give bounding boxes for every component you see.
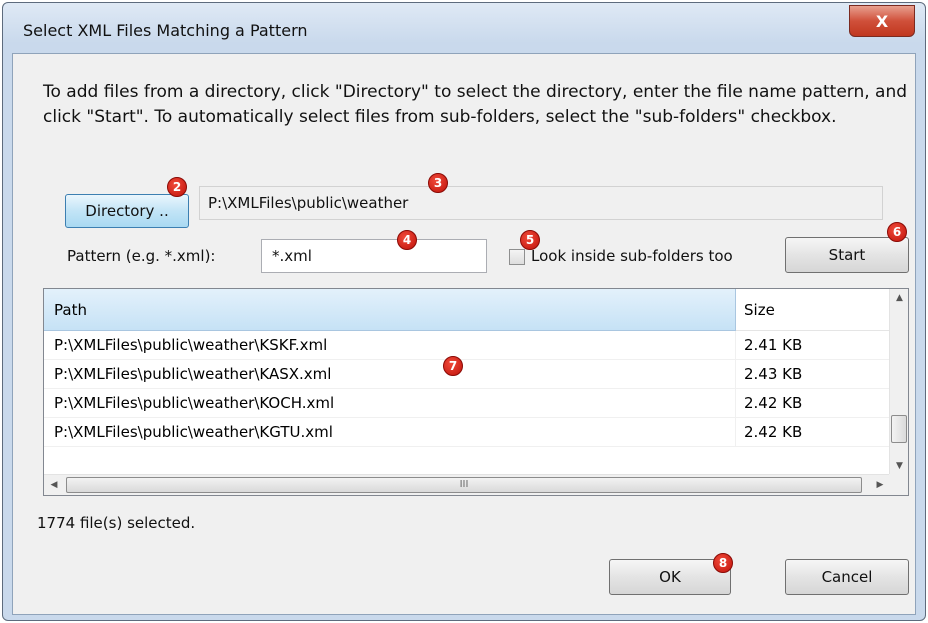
callout-badge: 3 [428,173,448,193]
callout-badge: 2 [167,177,187,197]
dialog-window: Select XML Files Matching a Pattern X To… [2,2,926,621]
callout-badge: 6 [887,222,907,242]
status-text: 1774 file(s) selected. [37,514,196,532]
cell-size: 2.43 KB [744,365,803,383]
table-body: P:\XMLFiles\public\weather\KSKF.xml 2.41… [44,331,890,447]
table-row[interactable]: P:\XMLFiles\public\weather\KSKF.xml 2.41… [44,331,890,360]
directory-button[interactable]: Directory .. [65,194,189,228]
pattern-input[interactable] [261,239,487,273]
cell-size: 2.42 KB [744,423,803,441]
subfolders-label[interactable]: Look inside sub-folders too [531,247,733,265]
cancel-button[interactable]: Cancel [785,559,909,595]
directory-path-field: P:\XMLFiles\public\weather [199,186,883,220]
column-header-path[interactable]: Path [44,289,736,331]
dialog-body: To add files from a directory, click "Di… [12,53,916,615]
scroll-left-icon[interactable]: ◀ [44,475,64,495]
horizontal-scroll-thumb[interactable]: III [66,477,862,493]
cell-size: 2.42 KB [744,394,803,412]
scrollbar-corner [889,474,908,495]
subfolders-checkbox[interactable] [509,249,525,265]
column-header-size[interactable]: Size [736,289,890,331]
cell-path: P:\XMLFiles\public\weather\KOCH.xml [44,389,736,417]
scroll-up-icon[interactable]: ▲ [890,289,908,307]
close-icon: X [875,11,889,31]
directory-button-label: Directory .. [85,202,169,220]
start-button-label: Start [828,246,866,264]
cell-path: P:\XMLFiles\public\weather\KSKF.xml [44,331,736,359]
pattern-label: Pattern (e.g. *.xml): [67,247,216,265]
scroll-down-icon[interactable]: ▼ [890,457,908,475]
callout-badge: 5 [520,230,540,250]
vertical-scrollbar[interactable]: ▲ ▼ [889,289,908,475]
cell-size: 2.41 KB [744,336,803,354]
vertical-scroll-thumb[interactable] [891,415,907,443]
window-title: Select XML Files Matching a Pattern [23,21,308,40]
horizontal-scrollbar[interactable]: ◀ III ▶ [44,474,890,495]
table-row[interactable]: P:\XMLFiles\public\weather\KASX.xml 2.43… [44,360,890,389]
close-button[interactable]: X [849,5,915,37]
instructions-text: To add files from a directory, click "Di… [43,82,908,127]
title-bar: Select XML Files Matching a Pattern X [3,3,925,53]
callout-badge: 8 [713,553,733,573]
ok-button-label: OK [659,568,681,586]
cell-path: P:\XMLFiles\public\weather\KGTU.xml [44,418,736,446]
table-row[interactable]: P:\XMLFiles\public\weather\KGTU.xml 2.42… [44,418,890,447]
cancel-button-label: Cancel [821,568,873,586]
scroll-grip-icon: III [459,479,469,490]
table-header: Path Size [44,289,890,331]
table-row[interactable]: P:\XMLFiles\public\weather\KOCH.xml 2.42… [44,389,890,418]
callout-badge: 4 [397,230,417,250]
callout-badge: 7 [443,356,463,376]
start-button[interactable]: Start [785,237,909,273]
cell-path: P:\XMLFiles\public\weather\KASX.xml [44,360,736,388]
scroll-right-icon[interactable]: ▶ [870,475,890,495]
file-list-table[interactable]: Path Size P:\XMLFiles\public\weather\KSK… [43,288,909,496]
